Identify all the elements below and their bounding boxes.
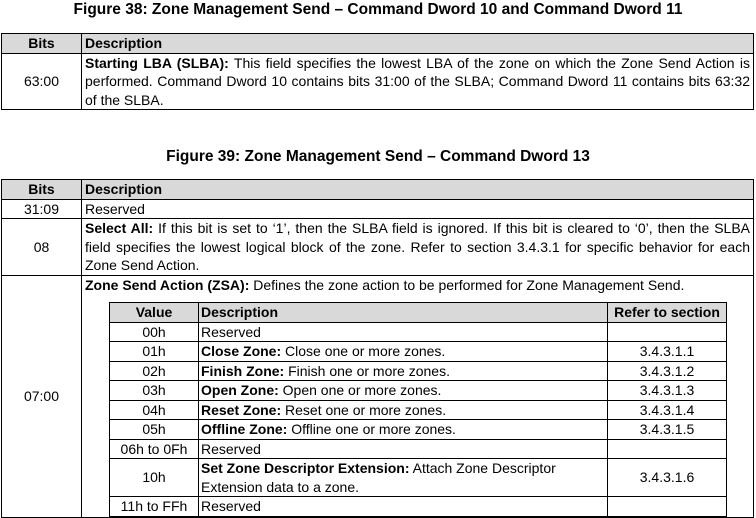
action-name: Set Zone Descriptor Extension: xyxy=(201,460,410,476)
action-value: 06h to 0Fh xyxy=(109,438,199,459)
action-row: 06h to 0Fh Reserved xyxy=(109,438,727,459)
action-row: 05h Offline Zone: Offline one or more zon… xyxy=(109,419,727,440)
action-value: 03h xyxy=(109,380,199,401)
action-text: Reserved xyxy=(201,498,261,514)
table-row: 63:00 Starting LBA (SLBA): This field sp… xyxy=(1,52,754,110)
action-description: Reserved xyxy=(198,496,608,517)
description-cell: Select All: If this bit is set to ‘1’, t… xyxy=(81,218,754,276)
action-row: 03h Open Zone: Open one or more zones. 3.4… xyxy=(109,380,727,401)
action-ref: 3.4.3.1.5 xyxy=(607,419,727,440)
figure-39-title: Figure 39: Zone Management Send – Comman… xyxy=(166,148,590,165)
action-name: Offline Zone: xyxy=(201,421,288,437)
action-row: 11h to FFh Reserved xyxy=(109,496,727,517)
action-text: Finish one or more zones. xyxy=(284,362,450,379)
action-ref: 3.4.3.1.3 xyxy=(607,380,727,401)
action-description: Offline Zone: Offline one or more zones. xyxy=(198,419,608,440)
bits-header: Bits xyxy=(1,179,82,200)
table-row: 08 Select All: If this bit is set to ‘1’… xyxy=(1,218,754,276)
table-row: 31:09 Reserved xyxy=(1,198,754,219)
action-text: Reserved xyxy=(201,440,261,457)
description-cell: Starting LBA (SLBA): This field specifie… xyxy=(81,52,754,110)
action-name: Open Zone: xyxy=(201,382,279,398)
field-description: If this bit is set to ‘1’, then the SLBA… xyxy=(85,220,750,273)
action-name: Close Zone: xyxy=(201,343,282,359)
bits-cell: 07:00 xyxy=(1,274,82,518)
action-text: Open one or more zones. xyxy=(278,382,442,398)
action-row: 10h Set Zone Descriptor Extension: Attach… xyxy=(109,458,727,497)
action-text: Close one or more zones. xyxy=(281,343,446,359)
action-description: Finish Zone: Finish one or more zones. xyxy=(198,360,608,381)
table-header-row: Bits Description xyxy=(1,179,754,200)
description-header: Description xyxy=(198,302,608,323)
action-ref xyxy=(607,438,727,459)
action-value: 05h xyxy=(109,419,199,440)
action-description: Close Zone: Close one or more zones. xyxy=(198,341,608,362)
description-header: Description xyxy=(81,33,754,54)
figure-38-table: Bits Description 63:00 Starting LBA (SLB… xyxy=(1,33,754,110)
description-header: Description xyxy=(81,179,754,200)
action-value: 10h xyxy=(109,458,199,497)
bits-header: Bits xyxy=(1,33,82,54)
action-text: Reserved xyxy=(201,323,261,340)
action-ref xyxy=(607,496,727,517)
action-ref: 3.4.3.1.6 xyxy=(607,458,727,497)
action-text: Offline one or more zones. xyxy=(287,421,456,437)
action-description: Set Zone Descriptor Extension: Attach Zo… xyxy=(198,458,608,497)
action-name: Reset Zone: xyxy=(201,401,282,418)
action-row: 04h Reset Zone: Reset one or more zones. 3… xyxy=(109,399,727,420)
action-value: 11h to FFh xyxy=(109,496,199,517)
action-ref: 3.4.3.1.2 xyxy=(607,360,727,381)
figure-38-title: Figure 38: Zone Management Send – Comman… xyxy=(73,1,683,18)
action-description: Open Zone: Open one or more zones. xyxy=(198,380,608,401)
zone-send-action-table: Value Description Refer to section 00h Re… xyxy=(109,302,727,517)
action-ref xyxy=(607,321,727,342)
action-row: 02h Finish Zone: Finish one or more zones… xyxy=(109,360,727,381)
action-description: Reserved xyxy=(198,321,608,342)
action-value: 02h xyxy=(109,360,199,381)
bits-cell: 63:00 xyxy=(1,52,82,110)
action-name: Finish Zone: xyxy=(201,362,285,379)
action-value: 01h xyxy=(109,341,199,362)
field-name: Starting LBA (SLBA): xyxy=(85,54,229,71)
description-cell: Reserved xyxy=(81,198,754,219)
action-value: 00h xyxy=(109,321,199,342)
bits-cell: 31:09 xyxy=(1,198,82,219)
action-text: Reset one or more zones. xyxy=(281,401,447,418)
action-description: Reserved xyxy=(198,438,608,459)
action-row: 01h Close Zone: Close one or more zones. 3… xyxy=(109,341,727,362)
figure-39-table: Bits Description 31:09 Reserved 08 Selec… xyxy=(1,179,754,518)
field-name: Select All: xyxy=(85,220,154,236)
table-row: 07:00 Zone Send Action (ZSA): Defines th… xyxy=(1,274,754,518)
zsa-definition: Zone Send Action (ZSA): Defines the zone… xyxy=(85,276,750,295)
inner-header-row: Value Description Refer to section xyxy=(109,302,727,323)
bits-cell: 08 xyxy=(1,218,82,276)
action-ref: 3.4.3.1.4 xyxy=(607,399,727,420)
table-header-row: Bits Description xyxy=(1,33,754,54)
action-description: Reset Zone: Reset one or more zones. xyxy=(198,399,608,420)
ref-header: Refer to section xyxy=(607,302,727,323)
action-value: 04h xyxy=(109,399,199,420)
description-cell: Zone Send Action (ZSA): Defines the zone… xyxy=(81,274,754,518)
field-name: Zone Send Action (ZSA): xyxy=(85,276,250,293)
field-description: Defines the zone action to be performed … xyxy=(249,276,685,293)
action-ref: 3.4.3.1.1 xyxy=(607,341,727,362)
action-row: 00h Reserved xyxy=(109,321,727,342)
value-header: Value xyxy=(109,302,199,323)
